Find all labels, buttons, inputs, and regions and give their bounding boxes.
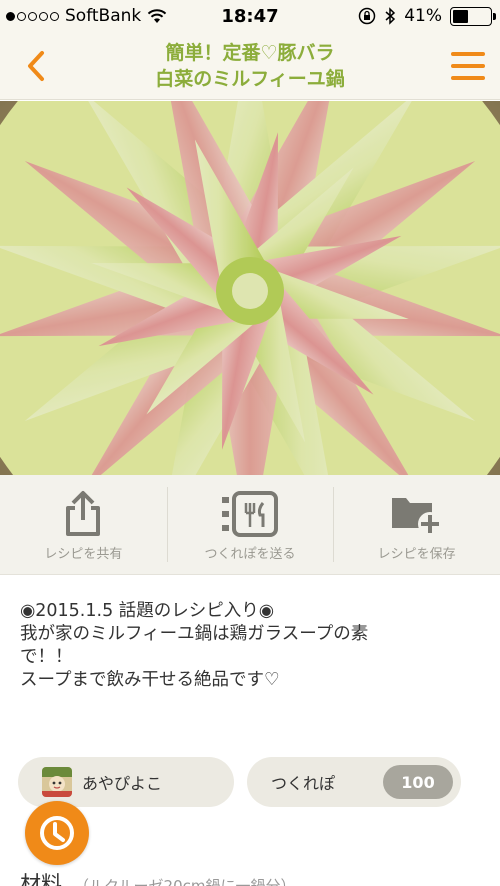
- recipe-description: ◉2015.1.5 話題のレシピ入り◉ 我が家のミルフィーユ鍋は鶏ガラスープの素…: [20, 600, 480, 692]
- send-tsukurepo-button[interactable]: つくれぽを送る: [166, 475, 334, 574]
- recipe-photo: [0, 101, 500, 475]
- tsukurepo-count-badge: 100: [383, 765, 453, 799]
- tsukurepo-button[interactable]: つくれぽ 100: [247, 757, 461, 807]
- menu-button[interactable]: [450, 50, 486, 82]
- share-recipe-label: レシピを共有: [44, 547, 123, 562]
- ingredients-serving: （ルクルーゼ20cm鍋に一鍋分）: [74, 877, 296, 886]
- save-recipe-label: レシピを保存: [377, 547, 456, 562]
- share-recipe-button[interactable]: レシピを共有: [0, 475, 167, 574]
- ingredients-title: 材料: [20, 872, 62, 886]
- ingredients-heading: 材料 （ルクルーゼ20cm鍋に一鍋分）: [20, 868, 296, 886]
- tsukurepo-label: つくれぽ: [271, 774, 336, 793]
- back-button[interactable]: [18, 46, 54, 86]
- author-name: あやぴよこ: [82, 774, 163, 793]
- description-line: スープまで飲み干せる絶品です♡: [20, 670, 280, 690]
- share-icon: [66, 491, 101, 536]
- recipe-title-line2: 白菜のミルフィーユ鍋: [155, 68, 345, 90]
- folder-add-icon: [391, 498, 442, 536]
- chevron-left-icon: [28, 51, 44, 81]
- mille-feuille-nabe-image: [0, 101, 500, 475]
- action-bar: レシピを共有 つくれぽを送る レシピを保存: [0, 475, 500, 575]
- author-button[interactable]: あやぴよこ: [18, 757, 234, 807]
- status-right: 41%: [358, 6, 496, 26]
- avatar: [42, 767, 72, 797]
- battery-icon: [450, 6, 496, 26]
- rotation-lock-icon: [358, 7, 376, 25]
- navigation-bar: 簡単！定番♡豚バラ 白菜のミルフィーユ鍋: [0, 34, 500, 100]
- battery-percent: 41%: [404, 6, 442, 26]
- hamburger-icon: [451, 52, 485, 56]
- send-tsukurepo-icon: [222, 491, 278, 537]
- bluetooth-icon: [385, 7, 396, 25]
- timer-button[interactable]: [25, 801, 89, 865]
- recipe-title-line1: 簡単！定番♡豚バラ: [165, 42, 335, 64]
- description-line: で！！: [20, 647, 73, 667]
- save-recipe-button[interactable]: レシピを保存: [333, 475, 500, 574]
- recipe-title: 簡単！定番♡豚バラ 白菜のミルフィーユ鍋: [80, 40, 420, 92]
- clock-icon: [40, 816, 74, 850]
- description-line: ◉2015.1.5 話題のレシピ入り◉: [20, 601, 275, 621]
- send-tsukurepo-label: つくれぽを送る: [204, 547, 296, 562]
- status-bar: SoftBank 18:47 41%: [0, 0, 500, 34]
- description-line: 我が家のミルフィーユ鍋は鶏ガラスープの素: [20, 624, 369, 644]
